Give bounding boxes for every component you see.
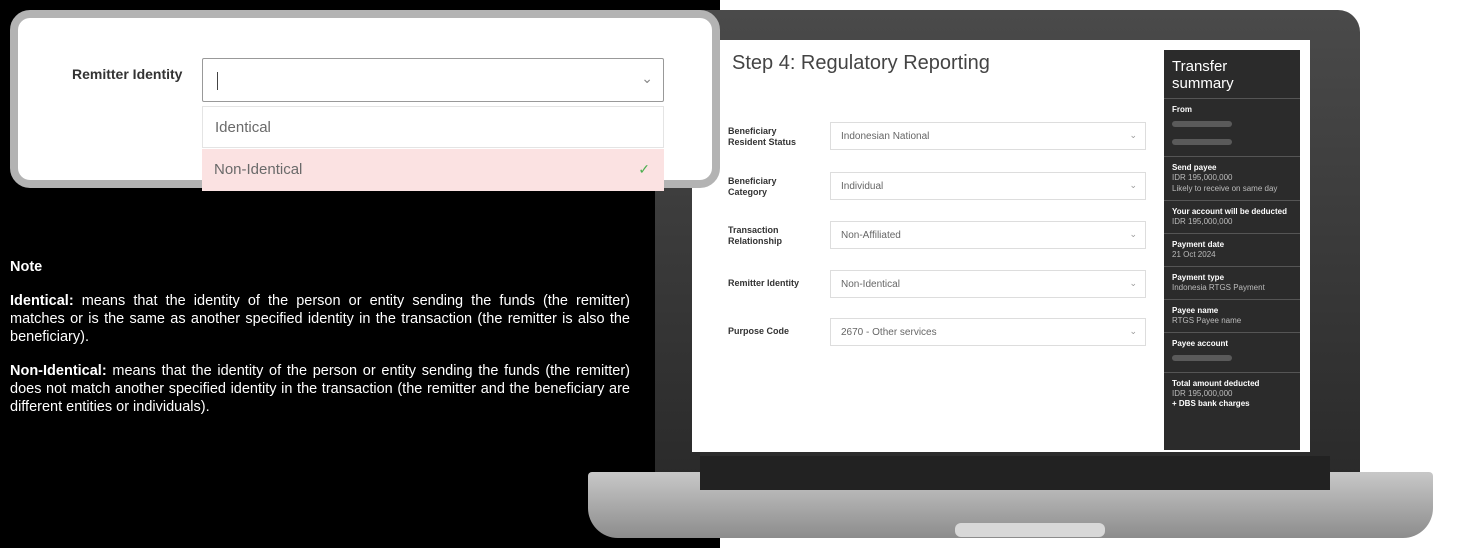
chevron-down-icon: ⌄ (1129, 130, 1137, 140)
summary-key: Total amount deducted (1172, 379, 1260, 388)
summary-key: Payment date (1172, 240, 1225, 249)
check-icon: ✓ (638, 161, 650, 177)
beneficiary-resident-status-select[interactable]: Indonesian National ⌄ (830, 122, 1146, 150)
summary-value: IDR 195,000,000 (1172, 389, 1233, 398)
summary-payment-type: Payment type Indonesia RTGS Payment (1164, 266, 1300, 299)
beneficiary-category-select[interactable]: Individual ⌄ (830, 172, 1146, 200)
zoom-callout: Remitter Identity ⌄ Identical Non-Identi… (10, 10, 720, 191)
summary-value: Indonesia RTGS Payment (1172, 283, 1265, 292)
option-non-identical[interactable]: Non-Identical ✓ (202, 149, 664, 191)
summary-value: 21 Oct 2024 (1172, 250, 1216, 259)
chevron-down-icon: ⌄ (1129, 229, 1137, 239)
laptop-screen: Step 4: Regulatory Reporting Beneficiary… (692, 40, 1310, 452)
summary-value: IDR 195,000,000 (1172, 217, 1233, 226)
note-non-identical: Non-Identical: means that the identity o… (10, 362, 630, 416)
summary-key: + DBS bank charges (1172, 399, 1250, 408)
redacted-text (1172, 355, 1232, 361)
purpose-code-select[interactable]: 2670 - Other services ⌄ (830, 318, 1146, 346)
field-label: Beneficiary Resident Status (728, 126, 797, 147)
option-identical[interactable]: Identical (202, 106, 664, 148)
summary-key: Payee name (1172, 306, 1219, 315)
field-label: Transaction Relationship (728, 225, 783, 246)
summary-key: Payment type (1172, 273, 1225, 282)
remitter-identity-label: Remitter Identity (72, 66, 183, 82)
chevron-down-icon: ⌄ (1129, 326, 1137, 336)
redacted-text (1172, 121, 1232, 127)
option-label: Non-Identical (214, 161, 303, 178)
definition: means that the identity of the person or… (10, 293, 630, 345)
summary-key: Send payee (1172, 163, 1217, 172)
summary-value: RTGS Payee name (1172, 316, 1242, 325)
field-value: Non-Identical (841, 279, 900, 290)
field-value: 2670 - Other services (841, 327, 937, 338)
summary-from: From (1164, 98, 1300, 156)
summary-payee-account: Payee account (1164, 332, 1300, 372)
text-caret (217, 72, 218, 90)
summary-deducted: Your account will be deducted IDR 195,00… (1164, 200, 1300, 233)
note-panel: Note Identical: means that the identity … (10, 258, 630, 432)
field-label: Beneficiary Category (728, 176, 777, 197)
term: Non-Identical: (10, 363, 107, 379)
field-label: Remitter Identity (728, 278, 800, 288)
summary-total: Total amount deducted IDR 195,000,000 + … (1164, 372, 1300, 414)
field-label: Purpose Code (728, 326, 790, 336)
remitter-identity-select[interactable]: Non-Identical ⌄ (830, 270, 1146, 298)
summary-send-payee: Send payee IDR 195,000,000 Likely to rec… (1164, 156, 1300, 200)
summary-key: Payee account (1172, 339, 1229, 348)
transfer-summary-panel: Transfer summary From Send payee IDR 195… (1164, 50, 1300, 450)
summary-value: IDR 195,000,000 (1172, 173, 1233, 182)
note-heading: Note (10, 259, 43, 275)
chevron-down-icon[interactable]: ⌄ (641, 70, 653, 87)
transaction-relationship-select[interactable]: Non-Affiliated ⌄ (830, 221, 1146, 249)
summary-title: Transfer summary (1172, 58, 1234, 92)
field-value: Non-Affiliated (841, 230, 901, 241)
note-identical: Identical: means that the identity of th… (10, 292, 630, 346)
option-label: Identical (215, 119, 271, 136)
summary-key: Your account will be deducted (1172, 207, 1287, 216)
summary-key: From (1172, 105, 1192, 114)
summary-payment-date: Payment date 21 Oct 2024 (1164, 233, 1300, 266)
chevron-down-icon: ⌄ (1129, 180, 1137, 190)
laptop-keyboard (700, 456, 1330, 490)
field-value: Indonesian National (841, 131, 930, 142)
summary-payee-name: Payee name RTGS Payee name (1164, 299, 1300, 332)
redacted-text (1172, 139, 1232, 145)
remitter-identity-select[interactable]: ⌄ (202, 58, 664, 102)
field-value: Individual (841, 181, 884, 192)
chevron-down-icon: ⌄ (1129, 278, 1137, 288)
summary-value: Likely to receive on same day (1172, 184, 1278, 193)
term: Identical: (10, 293, 74, 309)
page-title: Step 4: Regulatory Reporting (732, 52, 990, 74)
laptop-touchpad (955, 523, 1105, 537)
